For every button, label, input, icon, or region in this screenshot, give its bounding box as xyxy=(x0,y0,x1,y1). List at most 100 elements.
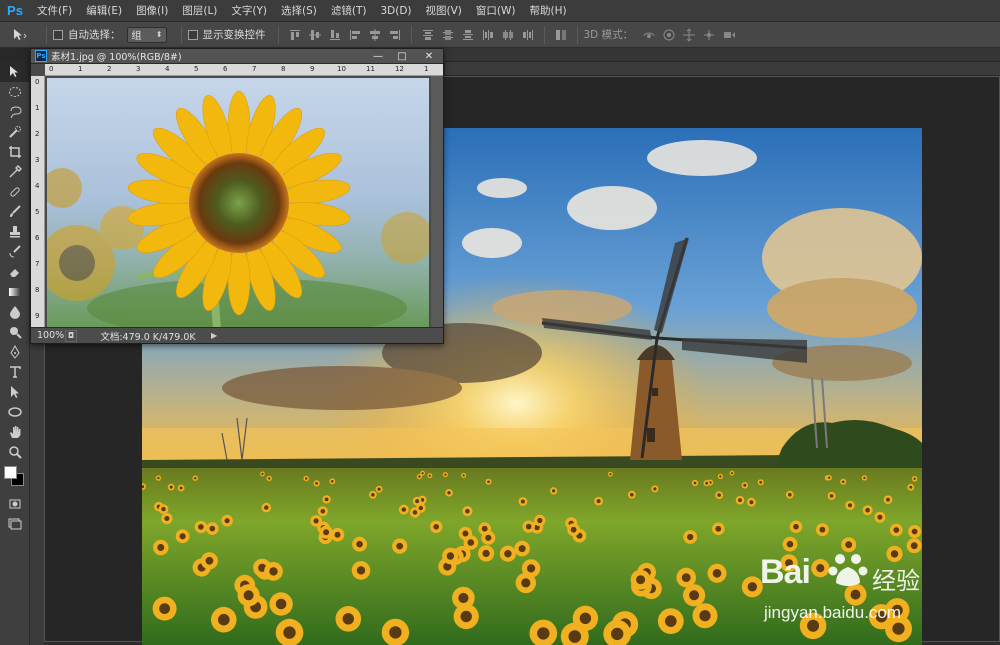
ruler-label: 4 xyxy=(165,65,170,73)
hand-icon xyxy=(10,426,21,438)
tool-blur[interactable] xyxy=(0,302,30,322)
eyedropper-icon xyxy=(9,165,22,178)
align-top-icon[interactable] xyxy=(288,28,302,42)
auto-select-dropdown[interactable]: 组 xyxy=(126,26,167,43)
tool-move[interactable] xyxy=(0,62,30,82)
document-size-info: 文档:479.0 K/479.0K xyxy=(100,331,196,343)
quick-select-icon xyxy=(9,126,21,138)
tool-screen-mode[interactable] xyxy=(0,514,30,534)
tool-stamp[interactable] xyxy=(0,222,30,242)
auto-select-label: 自动选择： xyxy=(68,29,121,41)
foreground-color-swatch[interactable] xyxy=(4,466,17,479)
ruler-label: 6 xyxy=(223,65,228,73)
tool-crop[interactable] xyxy=(0,142,30,162)
show-transform-checkbox[interactable] xyxy=(187,29,198,40)
3d-scale-icon[interactable] xyxy=(722,28,736,42)
tool-type[interactable] xyxy=(0,362,30,382)
distribute-right-icon[interactable] xyxy=(521,28,535,42)
shape-icon xyxy=(8,407,22,417)
tool-marquee[interactable] xyxy=(0,82,30,102)
ruler-label: 1 xyxy=(78,65,83,73)
tool-shape[interactable] xyxy=(0,402,30,422)
menu-3d[interactable]: 3D(D) xyxy=(373,0,418,22)
tool-brush[interactable] xyxy=(0,202,30,222)
menu-view[interactable]: 视图(V) xyxy=(419,0,469,22)
tool-quick-select[interactable] xyxy=(0,122,30,142)
distribute-top-icon[interactable] xyxy=(421,28,435,42)
tool-gradient[interactable] xyxy=(0,282,30,302)
close-button[interactable]: ✕ xyxy=(415,50,443,63)
ps-document-icon: Ps xyxy=(35,50,47,62)
minimize-button[interactable]: — xyxy=(367,50,389,63)
ruler-label: 5 xyxy=(35,208,40,216)
gradient-icon xyxy=(9,288,21,296)
ruler-label: 11 xyxy=(366,65,375,73)
history-brush-icon xyxy=(9,245,21,258)
auto-align-icon[interactable] xyxy=(554,28,568,42)
3d-drag-icon[interactable] xyxy=(682,28,696,42)
crop-icon xyxy=(9,146,21,158)
blur-icon xyxy=(10,306,20,319)
tool-lasso[interactable] xyxy=(0,102,30,122)
ruler-label: 4 xyxy=(35,182,40,190)
menu-image[interactable]: 图像(I) xyxy=(129,0,175,22)
floating-document-window[interactable]: Ps 素材1.jpg @ 100%(RGB/8#) — □ ✕ 0 1 2 3 … xyxy=(30,48,444,344)
3d-mode-label: 3D 模式： xyxy=(583,29,634,41)
quick-mask-icon xyxy=(9,499,21,509)
maximize-button[interactable]: □ xyxy=(391,50,413,63)
options-bar: 自动选择： 组 显示变换控件 3D 模式： xyxy=(0,22,1000,48)
ruler-label: 0 xyxy=(49,65,54,73)
sunflower-photo xyxy=(47,78,429,327)
status-menu-arrow-icon[interactable]: ▶ xyxy=(211,331,217,340)
distribute-left-icon[interactable] xyxy=(481,28,495,42)
marquee-icon xyxy=(9,87,21,97)
tool-history-brush[interactable] xyxy=(0,242,30,262)
tool-quick-mask[interactable] xyxy=(0,494,30,514)
status-options-icon[interactable]: ◘ xyxy=(65,329,77,342)
menu-edit[interactable]: 编辑(E) xyxy=(79,0,129,22)
tool-pen[interactable] xyxy=(0,342,30,362)
menu-window[interactable]: 窗口(W) xyxy=(469,0,523,22)
tool-healing[interactable] xyxy=(0,182,30,202)
move-tool-preset[interactable] xyxy=(0,28,40,42)
horizontal-ruler xyxy=(445,62,1000,76)
distribute-vcenter-icon[interactable] xyxy=(441,28,455,42)
menu-select[interactable]: 选择(S) xyxy=(274,0,324,22)
tool-path-select[interactable] xyxy=(0,382,30,402)
tool-zoom[interactable] xyxy=(0,442,30,462)
3d-slide-icon[interactable] xyxy=(702,28,716,42)
tool-eraser[interactable] xyxy=(0,262,30,282)
menu-file[interactable]: 文件(F) xyxy=(30,0,79,22)
distribute-hcenter-icon[interactable] xyxy=(501,28,515,42)
watermark-brand-cn: 经验 xyxy=(872,567,920,595)
menu-filter[interactable]: 滤镜(T) xyxy=(324,0,374,22)
align-right-icon[interactable] xyxy=(388,28,402,42)
3d-orbit-icon[interactable] xyxy=(642,28,656,42)
dodge-icon xyxy=(10,327,22,339)
ruler-label: 7 xyxy=(35,260,40,268)
menu-type[interactable]: 文字(Y) xyxy=(224,0,274,22)
distribute-bottom-icon[interactable] xyxy=(461,28,475,42)
sunflower-image[interactable] xyxy=(47,78,429,327)
menu-layer[interactable]: 图层(L) xyxy=(175,0,224,22)
zoom-level[interactable]: 100% xyxy=(31,330,65,341)
ruler-label: 2 xyxy=(35,130,40,138)
ruler-label: 1 xyxy=(35,104,40,112)
tool-dodge[interactable] xyxy=(0,322,30,342)
align-left-icon[interactable] xyxy=(348,28,362,42)
align-bottom-icon[interactable] xyxy=(328,28,342,42)
type-icon xyxy=(10,366,21,378)
document-title-bar[interactable]: Ps 素材1.jpg @ 100%(RGB/8#) — □ ✕ xyxy=(31,49,443,64)
document-vertical-scrollbar[interactable] xyxy=(431,76,443,327)
ruler-label: 12 xyxy=(395,65,404,73)
auto-select-checkbox[interactable] xyxy=(53,29,63,40)
document-status-bar: 100% ◘ 文档:479.0 K/479.0K ▶ xyxy=(31,327,443,343)
menu-help[interactable]: 帮助(H) xyxy=(523,0,574,22)
tool-eyedropper[interactable] xyxy=(0,162,30,182)
3d-roll-icon[interactable] xyxy=(662,28,676,42)
tool-hand[interactable] xyxy=(0,422,30,442)
color-swatches[interactable] xyxy=(0,462,30,494)
align-hcenter-icon[interactable] xyxy=(368,28,382,42)
separator xyxy=(576,25,578,44)
align-vcenter-icon[interactable] xyxy=(308,28,322,42)
